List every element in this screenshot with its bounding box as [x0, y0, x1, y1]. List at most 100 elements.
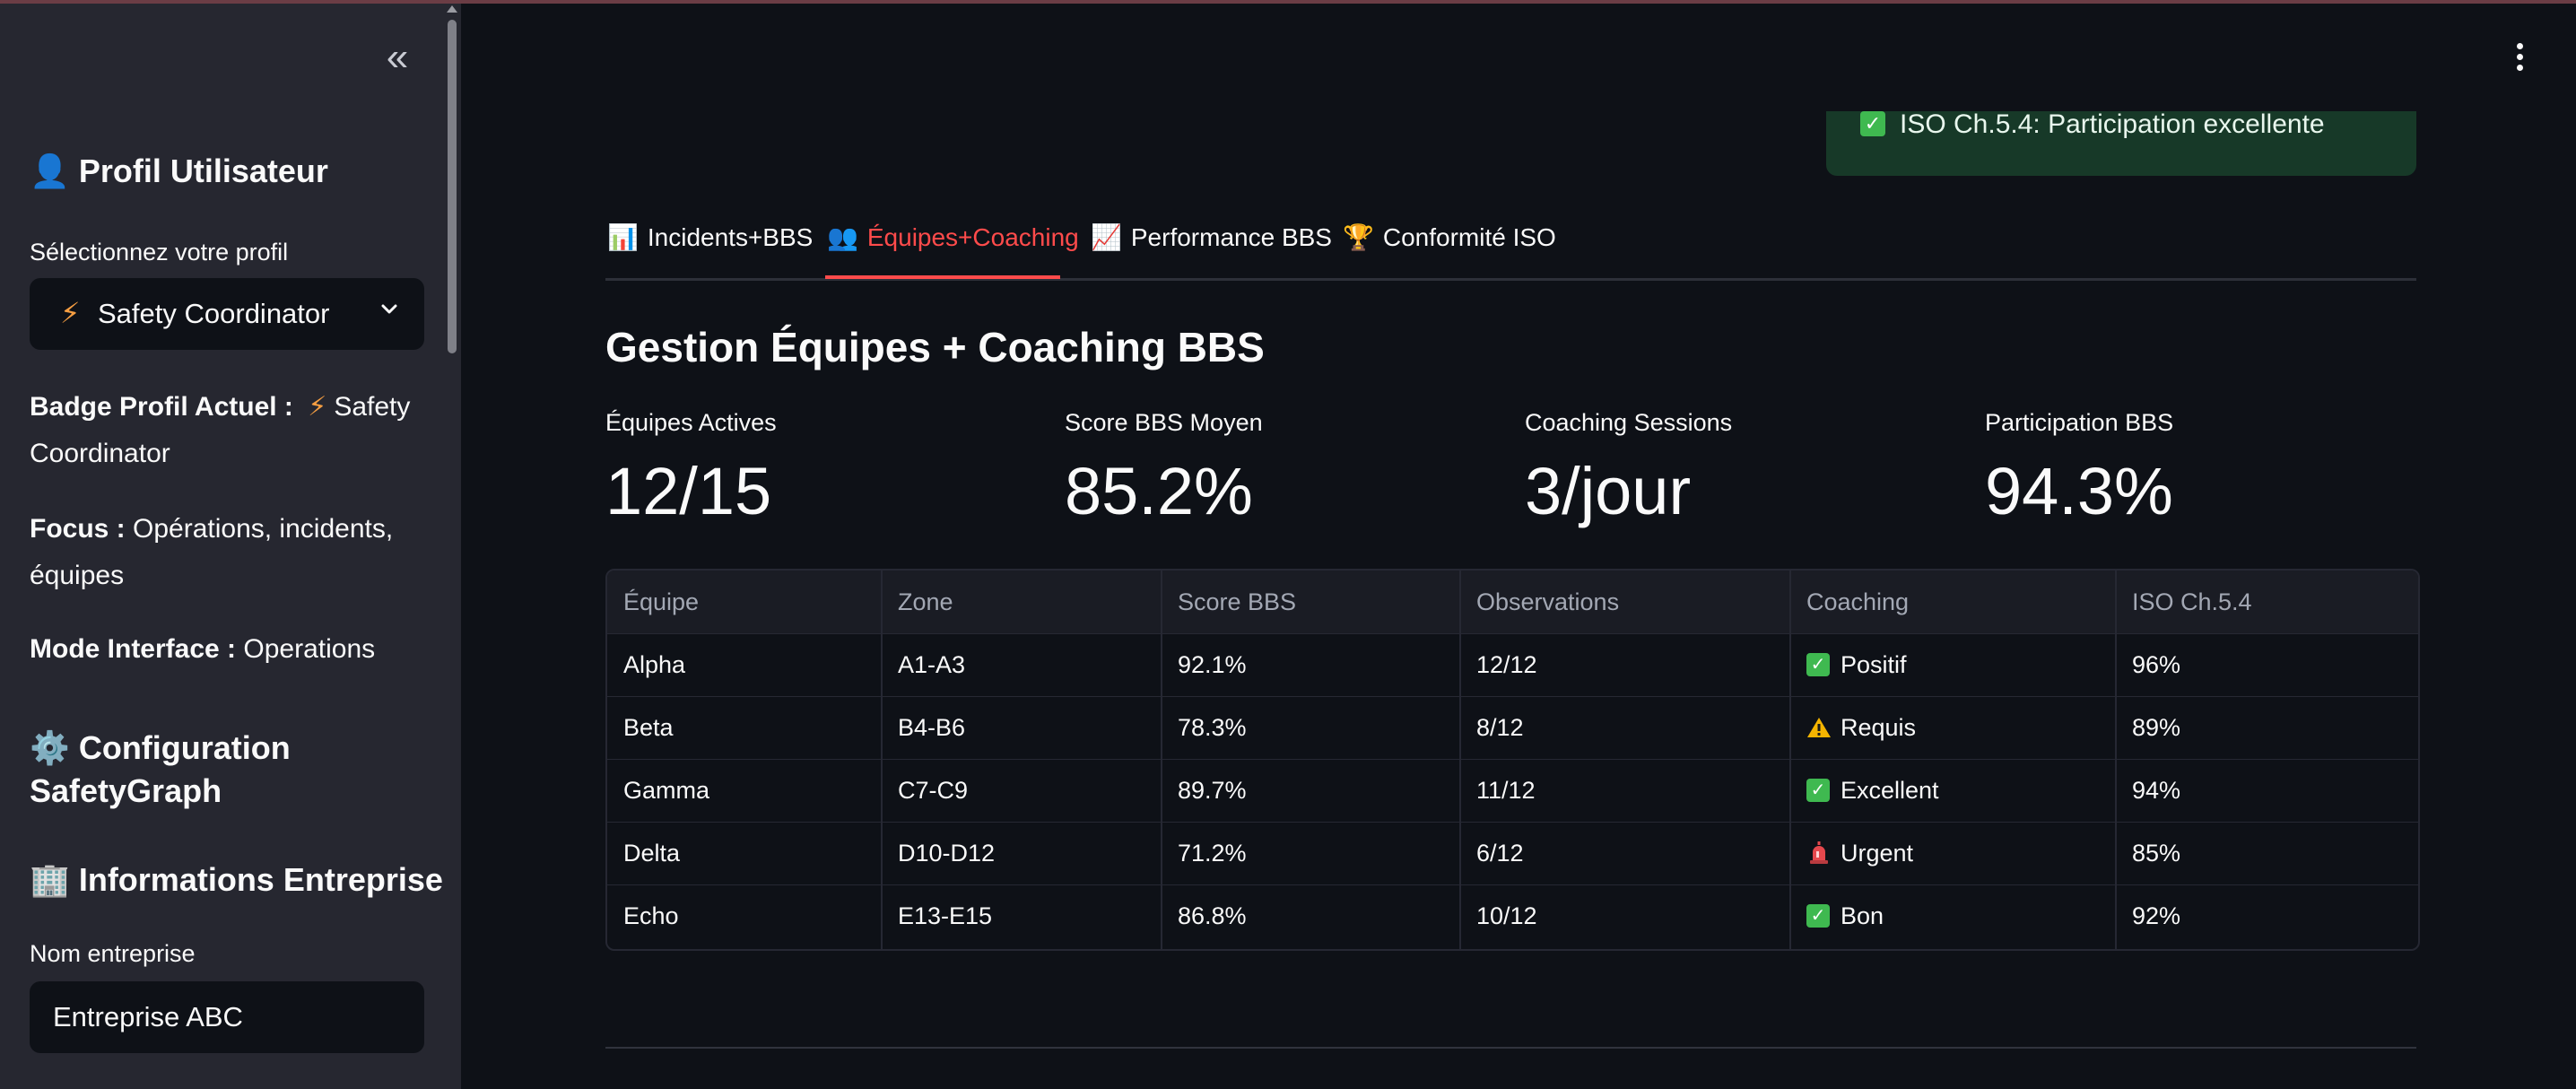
cell-iso: 92% [2132, 902, 2181, 929]
mode-info: Mode Interface : Operations [30, 626, 424, 673]
company-name-label: Nom entreprise [30, 940, 196, 967]
people-icon: 👥 [827, 223, 858, 251]
scroll-up-icon[interactable] [447, 5, 457, 13]
config-heading: ⚙️ Configuration SafetyGraph [30, 727, 291, 813]
cell-score: 89.7% [1178, 777, 1247, 804]
profile-select-label: Sélectionnez votre profil [30, 239, 289, 266]
mode-value: Operations [243, 634, 376, 664]
cell-iso: 96% [2132, 651, 2181, 678]
table-row[interactable]: Echo E13-E15 86.8% 10/12 ✓ Bon 92% [607, 884, 2418, 947]
cell-score: 71.2% [1178, 840, 1247, 867]
teams-table[interactable]: Équipe Zone Score BBS Observations Coach… [605, 569, 2420, 951]
column-header-score[interactable]: Score BBS [1162, 571, 1460, 633]
focus-value-line1: Opérations, incidents, [133, 514, 394, 544]
cell-observations: 6/12 [1476, 840, 1524, 867]
table-row[interactable]: Gamma C7-C9 89.7% 11/12 ✓ Excellent 94% [607, 759, 2418, 823]
company-heading: 🏢 Informations Entreprise [30, 861, 443, 899]
sidebar: « 👤 Profil Utilisateur Sélectionnez votre… [0, 4, 461, 1089]
focus-info: Focus : Opérations, incidents, équipes [30, 506, 424, 599]
column-divider [1459, 571, 1461, 949]
check-icon: ✓ [1806, 903, 1830, 928]
profile-heading: 👤 Profil Utilisateur [30, 152, 328, 190]
coaching-text: Urgent [1841, 840, 1914, 867]
cell-coaching: ✓ Positif [1790, 633, 2116, 696]
company-name-input[interactable]: Entreprise ABC [30, 981, 424, 1053]
check-icon: ✓ [1806, 652, 1830, 676]
tab-performance-bbs[interactable]: 📈 Performance BBS [1091, 222, 1332, 252]
metric-participation-bbs: Participation BBS 94.3% [1985, 409, 2415, 529]
metric-label: Score BBS Moyen [1065, 409, 1263, 436]
cell-zone: C7-C9 [898, 777, 969, 804]
cell-equipe: Echo [623, 902, 679, 929]
mode-label: Mode Interface : [30, 634, 237, 664]
column-header-iso[interactable]: ISO Ch.5.4 [2116, 571, 2418, 633]
company-name-value: Entreprise ABC [53, 1001, 243, 1032]
cell-observations: 8/12 [1476, 714, 1524, 741]
cell-iso: 85% [2132, 840, 2181, 867]
badge-value-line2: Coordinator [30, 439, 170, 468]
cell-coaching: ✓ Bon [1790, 884, 2116, 947]
iso-success-alert: ✓ ISO Ch.5.4: Participation excellente [1826, 109, 2416, 176]
table-header-row: Équipe Zone Score BBS Observations Coach… [607, 571, 2418, 634]
trophy-icon: 🏆 [1343, 223, 1374, 251]
table-row[interactable]: Beta B4-B6 78.3% 8/12 Requis 89% [607, 696, 2418, 760]
cell-zone: D10-D12 [898, 840, 996, 867]
metric-value: 94.3% [1985, 454, 2173, 528]
building-icon: 🏢 [30, 861, 70, 898]
sidebar-scrollbar-thumb[interactable] [448, 20, 457, 353]
chevron-down-icon [381, 304, 397, 314]
cell-iso: 89% [2132, 714, 2181, 741]
profile-select-value: Safety Coordinator [98, 298, 330, 329]
cell-equipe: Beta [623, 714, 674, 741]
main-menu-icon[interactable] [2517, 43, 2524, 75]
column-divider [1789, 571, 1791, 949]
cell-observations: 11/12 [1476, 777, 1536, 804]
tab-bar: 📊 Incidents+BBS 👥 Équipes+Coaching 📈 Perfor… [605, 205, 2416, 281]
cell-coaching: Requis [1790, 696, 2116, 759]
cell-score: 78.3% [1178, 714, 1247, 741]
bar-chart-icon: 📊 [607, 223, 639, 251]
column-divider [1161, 571, 1162, 949]
cell-iso: 94% [2132, 777, 2181, 804]
tab-label: Incidents+BBS [647, 223, 814, 251]
table-row[interactable]: Delta D10-D12 71.2% 6/12 Urgent 85% [607, 822, 2418, 885]
config-heading-line1: Configuration [78, 729, 291, 766]
metric-label: Participation BBS [1985, 409, 2174, 436]
siren-icon [1810, 841, 1828, 864]
cell-zone: A1-A3 [898, 651, 966, 678]
focus-label: Focus : [30, 514, 126, 544]
coaching-text: Positif [1841, 651, 1907, 678]
user-icon: 👤 [30, 152, 70, 189]
lightning-icon: ⚡ [60, 297, 81, 329]
cell-coaching: ✓ Excellent [1790, 759, 2116, 822]
metric-value: 85.2% [1065, 454, 1253, 528]
tab-label: Équipes+Coaching [866, 223, 1079, 251]
column-header-equipe[interactable]: Équipe [607, 571, 882, 633]
column-header-zone[interactable]: Zone [882, 571, 1162, 633]
section-title: Gestion Équipes + Coaching BBS [605, 324, 1265, 370]
badge-info: Badge Profil Actuel : ⚡ Safety Coordinato… [30, 384, 424, 477]
profile-select[interactable]: ⚡ Safety Coordinator [30, 278, 424, 350]
tab-conformite-iso[interactable]: 🏆 Conformité ISO [1343, 222, 1556, 252]
cell-equipe: Gamma [623, 777, 710, 804]
focus-value-line2: équipes [30, 561, 125, 590]
cell-observations: 12/12 [1476, 651, 1537, 678]
column-divider [881, 571, 883, 949]
profile-heading-text: Profil Utilisateur [78, 152, 328, 189]
section-divider [605, 1047, 2416, 1049]
company-heading-text: Informations Entreprise [78, 861, 443, 898]
active-tab-indicator [825, 275, 1060, 279]
column-header-observations[interactable]: Observations [1460, 571, 1790, 633]
column-header-coaching[interactable]: Coaching [1790, 571, 2116, 633]
alert-text: ISO Ch.5.4: Participation excellente [1900, 109, 2325, 139]
cell-equipe: Delta [623, 840, 681, 867]
gear-icon: ⚙️ [30, 729, 70, 766]
column-divider [2115, 571, 2117, 949]
tab-incidents-bbs[interactable]: 📊 Incidents+BBS [607, 222, 813, 252]
check-icon: ✓ [1860, 111, 1885, 136]
metric-label: Équipes Actives [605, 409, 777, 436]
collapse-sidebar-icon[interactable]: « [377, 38, 418, 81]
metric-equipes-actives: Équipes Actives 12/15 [605, 409, 1036, 529]
tab-equipes-coaching[interactable]: 👥 Équipes+Coaching [827, 222, 1079, 252]
table-row[interactable]: Alpha A1-A3 92.1% 12/12 ✓ Positif 96% [607, 633, 2418, 697]
